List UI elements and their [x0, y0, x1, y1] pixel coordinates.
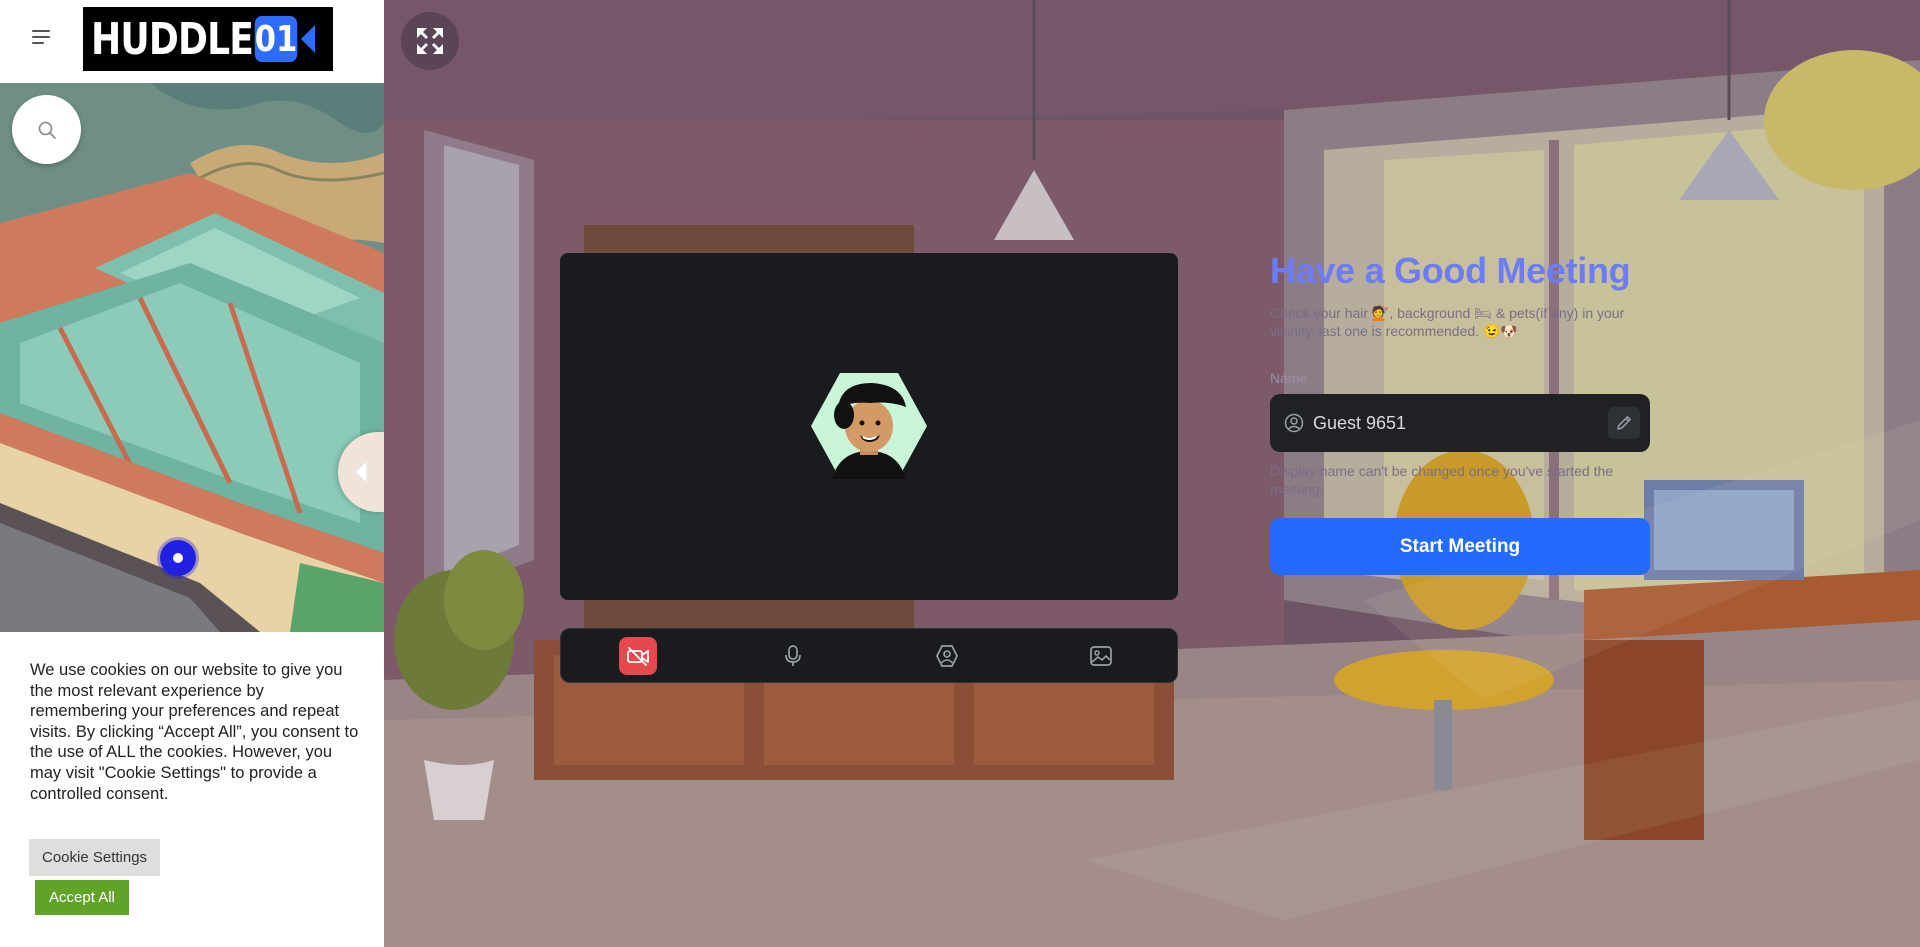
user-circle-icon [1284, 413, 1304, 433]
background-image-icon [1090, 646, 1112, 666]
name-input[interactable] [1313, 394, 1593, 452]
cookie-settings-button[interactable]: Cookie Settings [29, 839, 161, 876]
background-button[interactable] [1082, 637, 1120, 675]
camera-toggle-button[interactable] [619, 637, 657, 675]
accept-all-button[interactable]: Accept All [35, 880, 129, 915]
chevron-left-icon [354, 459, 368, 485]
user-location-marker[interactable] [160, 540, 196, 576]
edit-name-button[interactable] [1608, 407, 1640, 439]
logo-camera-icon [301, 25, 315, 53]
fullscreen-button[interactable] [401, 12, 459, 70]
panel-subtitle: Check your hair 💇, background 🛏 & pets(i… [1270, 305, 1625, 339]
logo-text: HUDDLE [91, 13, 254, 65]
name-hint: Display name can't be changed once you'v… [1270, 463, 1614, 497]
logo-badge: 01 [255, 16, 297, 62]
fullscreen-icon [417, 28, 443, 54]
media-controls-bar [560, 628, 1178, 683]
effects-icon [936, 645, 958, 667]
search-button[interactable] [12, 95, 81, 164]
world-map[interactable] [0, 83, 384, 632]
microphone-toggle-button[interactable] [774, 637, 812, 675]
sidebar: HUDDLE 01 We use cookies on our website … [0, 0, 384, 947]
lobby-main: Have a Good Meeting Check your hair 💇, b… [384, 0, 1920, 947]
video-preview [560, 253, 1178, 600]
join-panel: Have a Good Meeting Check your hair 💇, b… [1270, 250, 1650, 575]
cookie-text: We use cookies on our website to give yo… [30, 661, 359, 803]
cookie-banner: We use cookies on our website to give yo… [0, 632, 384, 947]
pencil-icon [1617, 416, 1631, 430]
camera-off-icon [627, 647, 649, 666]
user-avatar [811, 373, 927, 479]
name-field[interactable] [1270, 394, 1650, 452]
name-label: Name [1270, 370, 1308, 386]
sidebar-header: HUDDLE 01 [0, 0, 384, 83]
microphone-icon [785, 645, 801, 666]
hamburger-menu-icon[interactable] [32, 30, 50, 44]
search-icon [38, 121, 56, 139]
start-meeting-button[interactable]: Start Meeting [1270, 518, 1650, 575]
effects-button[interactable] [928, 637, 966, 675]
huddle01-logo[interactable]: HUDDLE 01 [83, 7, 333, 71]
panel-title: Have a Good Meeting [1270, 250, 1631, 291]
